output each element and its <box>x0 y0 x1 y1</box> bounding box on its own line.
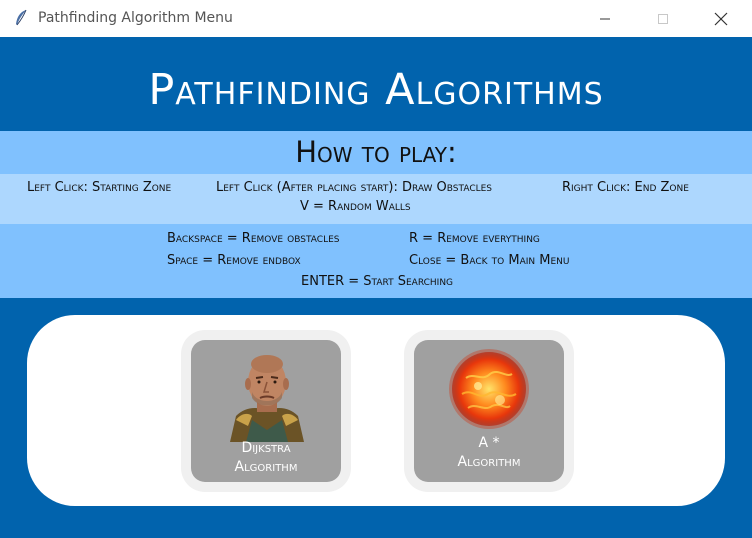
window-title: Pathfinding Algorithm Menu <box>38 10 233 26</box>
rule-space: Space = Remove endbox <box>167 253 301 268</box>
rule-reset: R = Remove everything <box>409 231 540 246</box>
dijkstra-label-name: Dijkstra <box>241 440 291 456</box>
rule-enter: ENTER = Start Searching <box>301 274 454 289</box>
sun-icon <box>449 349 529 429</box>
keyboard-controls-section: Backspace = Remove obstacles R = Remove … <box>0 224 752 298</box>
rule-right-click: Right Click: End Zone <box>562 180 689 195</box>
minimize-button[interactable] <box>582 0 628 37</box>
rule-left-click-drag: Left Click (After placing start): Draw O… <box>216 180 493 195</box>
astar-label-suffix: Algorithm <box>457 454 521 470</box>
astar-button[interactable]: A * Algorithm <box>414 340 564 482</box>
close-icon <box>714 12 728 25</box>
dijkstra-button[interactable]: Dijkstra Algorithm <box>191 340 341 482</box>
dijkstra-label-suffix: Algorithm <box>234 459 298 475</box>
page-title: Pathfinding Algorithms <box>148 65 604 115</box>
rule-backspace: Backspace = Remove obstacles <box>167 231 340 246</box>
maximize-icon <box>658 13 668 24</box>
close-button[interactable] <box>698 0 744 37</box>
title-bar: Pathfinding Algorithm Menu <box>0 0 752 37</box>
astar-label: A * Algorithm <box>414 434 564 472</box>
astar-label-name: A * <box>478 435 500 451</box>
rule-left-click: Left Click: Starting Zone <box>27 180 172 195</box>
how-to-play-title: How to play: <box>295 135 457 169</box>
mouse-controls-section: Left Click: Starting Zone Left Click (Af… <box>0 174 752 224</box>
main-window: Pathfinding Algorithms How to play: Left… <box>0 37 752 538</box>
dijkstra-portrait-icon <box>230 355 304 442</box>
maximize-button[interactable] <box>640 0 686 37</box>
feather-icon <box>14 9 28 27</box>
minimize-icon <box>600 18 610 19</box>
algorithm-card: Dijkstra Algorithm A * Algorithm <box>27 315 725 506</box>
dijkstra-label: Dijkstra Algorithm <box>191 439 341 477</box>
rule-random-walls: V = Random Walls <box>300 199 411 214</box>
rule-close: Close = Back to Main Menu <box>409 253 570 268</box>
how-to-play-band: How to play: <box>0 131 752 174</box>
